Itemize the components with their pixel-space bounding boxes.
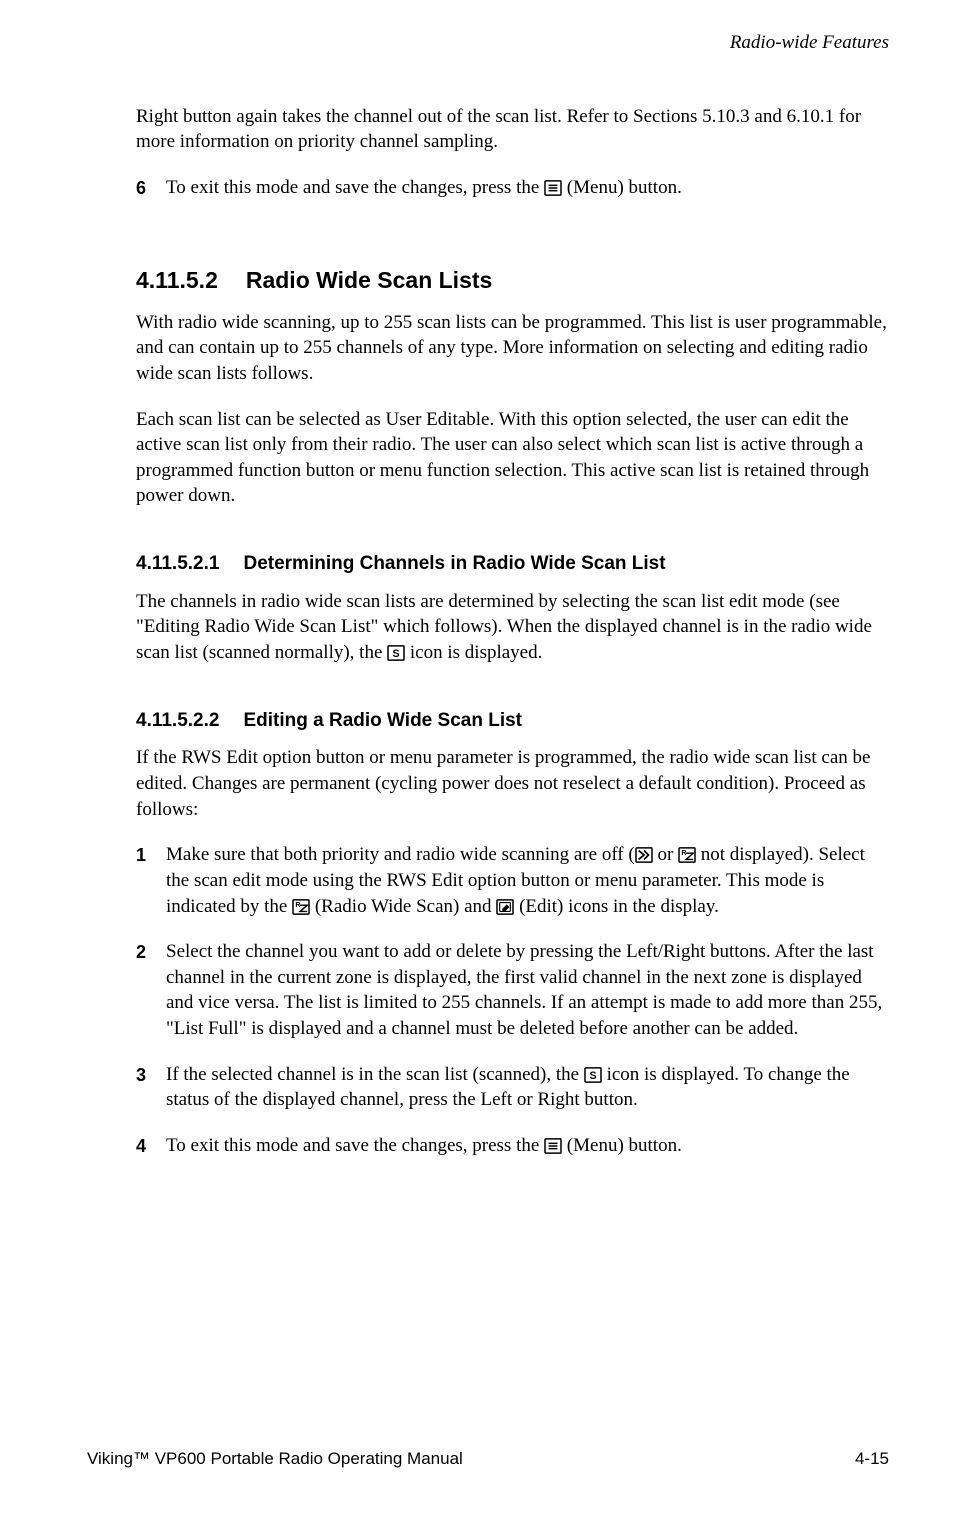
section-number: 4.11.5.2 (136, 265, 218, 296)
step-body: To exit this mode and save the changes, … (166, 175, 889, 201)
step-number: 4 (136, 1133, 166, 1159)
paragraph: Each scan list can be selected as User E… (136, 407, 889, 510)
text-fragment: (Edit) icons in the display. (514, 896, 719, 917)
text-fragment: (Menu) button. (562, 1135, 682, 1156)
text-fragment: icon is displayed. (405, 642, 542, 663)
step-body: Select the channel you want to add or de… (166, 939, 889, 1042)
subsection-title: Editing a Radio Wide Scan List (243, 708, 522, 734)
step-number: 6 (136, 175, 166, 201)
subsection-heading: 4.11.5.2.1 Determining Channels in Radio… (136, 551, 889, 577)
menu-icon (544, 180, 562, 196)
text-fragment: (Radio Wide Scan) and (310, 896, 496, 917)
step-number: 2 (136, 939, 166, 1042)
priority-z-icon (635, 847, 653, 863)
text-fragment: To exit this mode and save the changes, … (166, 177, 544, 198)
running-header: Radio-wide Features (87, 30, 889, 56)
step-3: 3 If the selected channel is in the scan… (136, 1062, 889, 1113)
rz-icon (292, 899, 310, 915)
text-fragment: If the selected channel is in the scan l… (166, 1064, 584, 1085)
step-number: 1 (136, 842, 166, 919)
paragraph: If the RWS Edit option button or menu pa… (136, 745, 889, 822)
step-body: Make sure that both priority and radio w… (166, 842, 889, 919)
footer-right: 4-15 (855, 1448, 889, 1471)
scan-s-icon (584, 1067, 602, 1083)
section-title: Radio Wide Scan Lists (246, 265, 492, 296)
menu-icon (544, 1138, 562, 1154)
subsection-number: 4.11.5.2.1 (136, 551, 219, 577)
edit-icon (496, 899, 514, 915)
step-6: 6 To exit this mode and save the changes… (136, 175, 889, 201)
text-fragment: (Menu) button. (562, 177, 682, 198)
step-number: 3 (136, 1062, 166, 1113)
text-fragment: To exit this mode and save the changes, … (166, 1135, 544, 1156)
main-content: Right button again takes the channel out… (87, 104, 889, 1159)
paragraph: The channels in radio wide scan lists ar… (136, 589, 889, 666)
step-body: If the selected channel is in the scan l… (166, 1062, 889, 1113)
subsection-number: 4.11.5.2.2 (136, 708, 219, 734)
intro-paragraph: Right button again takes the channel out… (136, 104, 889, 155)
step-2: 2 Select the channel you want to add or … (136, 939, 889, 1042)
subsection-heading: 4.11.5.2.2 Editing a Radio Wide Scan Lis… (136, 708, 889, 734)
subsection-title: Determining Channels in Radio Wide Scan … (243, 551, 665, 577)
footer-left: Viking™ VP600 Portable Radio Operating M… (87, 1448, 463, 1471)
scan-s-icon (387, 645, 405, 661)
rz-icon (678, 847, 696, 863)
step-4: 4 To exit this mode and save the changes… (136, 1133, 889, 1159)
section-heading: 4.11.5.2 Radio Wide Scan Lists (136, 265, 889, 296)
step-body: To exit this mode and save the changes, … (166, 1133, 889, 1159)
paragraph: With radio wide scanning, up to 255 scan… (136, 310, 889, 387)
step-1: 1 Make sure that both priority and radio… (136, 842, 889, 919)
text-fragment: Make sure that both priority and radio w… (166, 844, 635, 865)
text-fragment: or (653, 844, 678, 865)
page-footer: Viking™ VP600 Portable Radio Operating M… (87, 1448, 889, 1471)
